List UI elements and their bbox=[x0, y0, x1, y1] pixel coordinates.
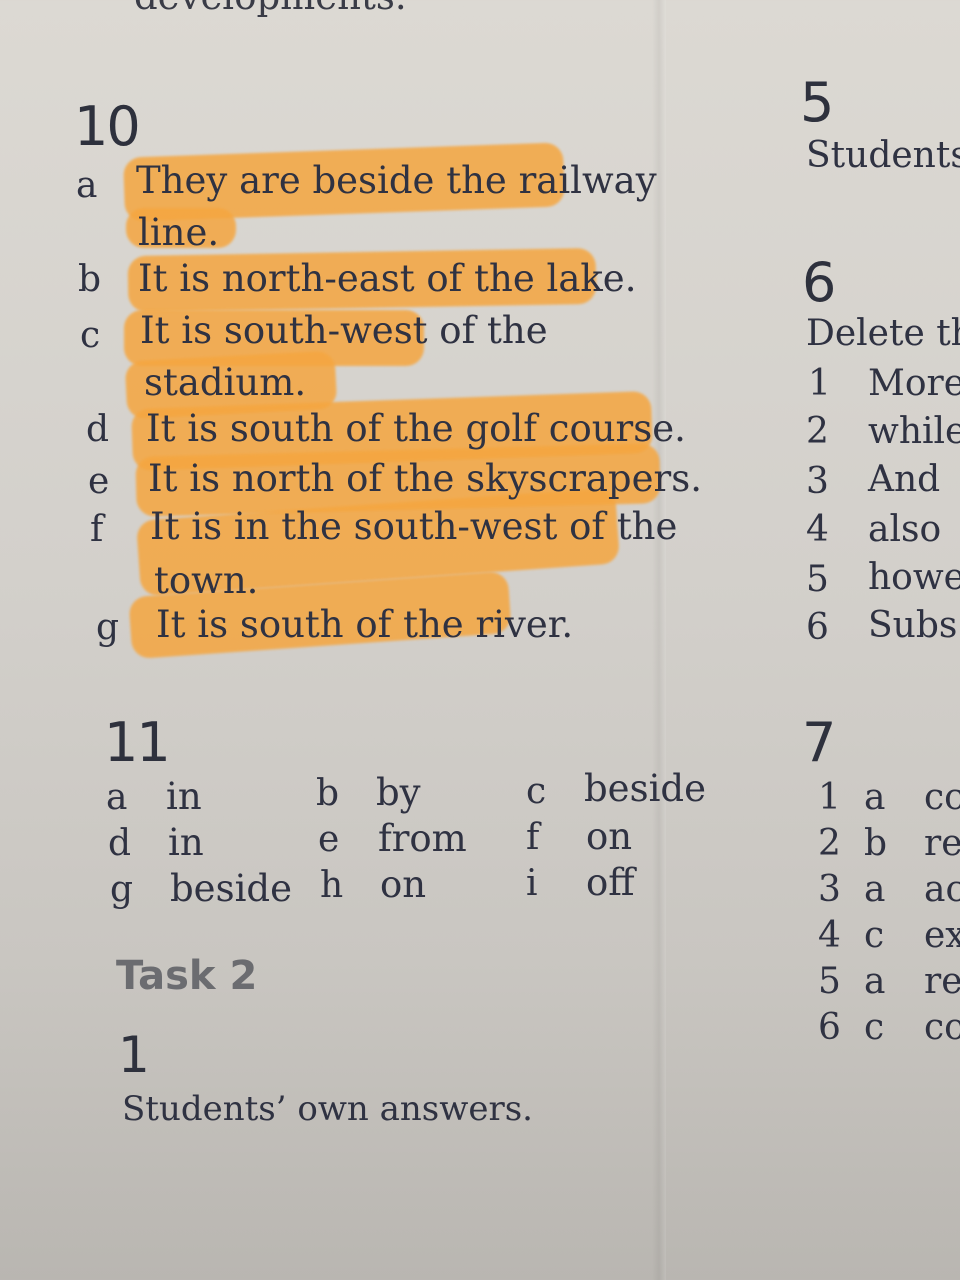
section-11-heading: 11 bbox=[104, 711, 171, 774]
section-7-num: 5 bbox=[818, 961, 841, 1002]
section-7-letter: a bbox=[864, 961, 886, 1002]
section-6-heading: 6 bbox=[802, 251, 836, 314]
grid-letter: h bbox=[320, 865, 344, 906]
item-text: It is south of the golf course. bbox=[146, 407, 686, 450]
section-6-num: 5 bbox=[806, 559, 829, 600]
section-7-word: ex bbox=[924, 915, 960, 956]
section-6-word: while bbox=[868, 411, 960, 452]
section-6-num: 2 bbox=[806, 411, 829, 452]
grid-letter: d bbox=[108, 823, 132, 864]
section-6-num: 1 bbox=[808, 363, 831, 404]
section-5-text: Students bbox=[806, 135, 960, 176]
section-7-letter: a bbox=[864, 869, 886, 910]
grid-word: in bbox=[168, 821, 204, 864]
grid-letter: a bbox=[106, 777, 128, 818]
grid-letter: e bbox=[318, 819, 340, 860]
section-7-heading: 7 bbox=[802, 711, 836, 774]
grid-letter: c bbox=[526, 771, 547, 812]
task-2-heading: Task 2 bbox=[116, 953, 258, 999]
section-5-heading: 5 bbox=[800, 71, 834, 134]
grid-word: on bbox=[380, 863, 427, 906]
section-6-intro: Delete th bbox=[806, 313, 960, 354]
section-10-heading: 10 bbox=[74, 95, 141, 158]
top-fragment-text: developments. bbox=[134, 0, 407, 15]
section-7-num: 1 bbox=[818, 777, 841, 818]
section-6-word: And bbox=[868, 459, 941, 500]
grid-word: off bbox=[586, 861, 635, 904]
grid-letter: g bbox=[110, 869, 134, 910]
section-7-num: 6 bbox=[818, 1007, 841, 1048]
answer-key-page: developments. 10 a They are beside the r… bbox=[0, 0, 960, 1280]
item-letter: c bbox=[80, 315, 101, 356]
section-7-word: co bbox=[924, 1007, 960, 1048]
item-text: It is north-east of the lake. bbox=[138, 257, 637, 300]
section-6-word: Subs bbox=[868, 605, 958, 646]
item-letter: d bbox=[86, 409, 110, 450]
item-text: line. bbox=[138, 211, 220, 254]
section-7-word: re bbox=[924, 961, 960, 1002]
item-text: town. bbox=[154, 559, 259, 602]
section-7-word: ac bbox=[924, 869, 960, 910]
item-letter: g bbox=[96, 607, 120, 648]
grid-word: by bbox=[376, 771, 421, 814]
section-7-num: 2 bbox=[818, 823, 841, 864]
section-7-num: 4 bbox=[818, 915, 841, 956]
section-6-word: also bbox=[868, 509, 942, 550]
item-letter: b bbox=[78, 259, 102, 300]
section-6-num: 3 bbox=[806, 461, 829, 502]
grid-word: from bbox=[378, 817, 467, 860]
item-text: They are beside the railway bbox=[136, 159, 657, 202]
item-letter: f bbox=[90, 509, 104, 550]
section-7-letter: c bbox=[864, 915, 885, 956]
section-7-word: re bbox=[924, 823, 960, 864]
section-6-word: More bbox=[868, 363, 960, 404]
grid-letter: i bbox=[526, 863, 538, 904]
section-6-num: 4 bbox=[806, 509, 829, 550]
section-7-num: 3 bbox=[818, 869, 841, 910]
section-6-word: howe bbox=[868, 557, 960, 598]
task-2-answer: Students’ own answers. bbox=[122, 1089, 533, 1129]
section-7-letter: a bbox=[864, 777, 886, 818]
grid-letter: b bbox=[316, 773, 340, 814]
task-2-sub-heading: 1 bbox=[118, 1026, 150, 1084]
item-text: It is north of the skyscrapers. bbox=[148, 457, 702, 500]
section-7-letter: b bbox=[864, 823, 888, 864]
item-letter: a bbox=[76, 165, 98, 206]
item-text: stadium. bbox=[144, 361, 307, 404]
item-text: It is south-west of the bbox=[140, 309, 548, 352]
item-letter: e bbox=[88, 461, 110, 502]
grid-word: on bbox=[586, 815, 633, 858]
section-6-num: 6 bbox=[806, 607, 829, 648]
grid-letter: f bbox=[526, 817, 540, 858]
grid-word: beside bbox=[584, 767, 706, 810]
section-7-word: cc bbox=[924, 777, 960, 818]
item-text: It is in the south-west of the bbox=[150, 505, 678, 548]
item-text: It is south of the river. bbox=[156, 603, 574, 646]
grid-word: beside bbox=[170, 867, 292, 910]
section-7-letter: c bbox=[864, 1007, 885, 1048]
grid-word: in bbox=[166, 775, 202, 818]
